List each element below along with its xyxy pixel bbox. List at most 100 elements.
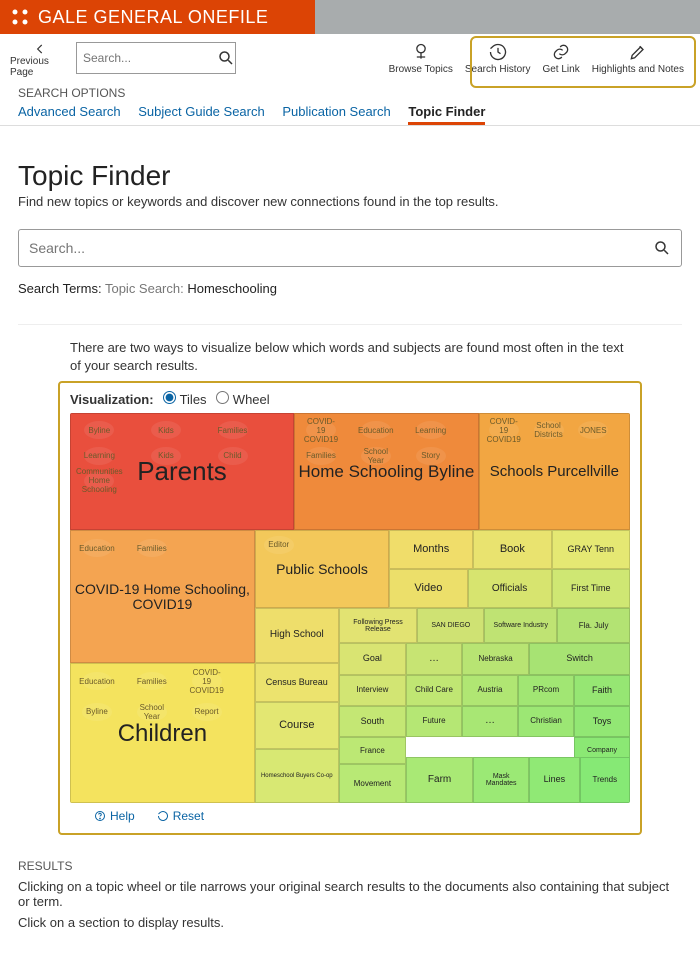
treemap-cell[interactable]: Goal <box>339 643 406 674</box>
highlights-notes-button[interactable]: Highlights and Notes <box>586 42 690 75</box>
search-terms-scope: Topic Search: <box>105 281 184 296</box>
top-search-input[interactable] <box>83 51 217 65</box>
search-icon[interactable] <box>653 239 671 257</box>
main: Topic Finder Find new topics or keywords… <box>0 126 700 855</box>
browse-topics-label: Browse Topics <box>389 64 453 75</box>
browse-topics-icon <box>410 42 432 62</box>
treemap-cell[interactable]: Future <box>406 706 462 737</box>
treemap-cell[interactable]: PRcom <box>518 675 574 706</box>
highlights-notes-label: Highlights and Notes <box>592 64 684 75</box>
page-title: Topic Finder <box>18 160 682 192</box>
treemap-cell[interactable]: Census Bureau <box>255 663 339 702</box>
treemap-chart[interactable]: ParentsBylineKidsFamiliesLearningKidsChi… <box>70 413 630 803</box>
treemap-cell[interactable]: Following Press Release <box>339 608 417 643</box>
brand-bar: GALE GENERAL ONEFILE <box>0 0 700 34</box>
treemap-cell[interactable]: France <box>339 737 406 764</box>
search-options-links: Advanced Search Subject Guide Search Pub… <box>18 104 682 119</box>
visualization-intro: There are two ways to visualize below wh… <box>70 339 630 375</box>
visualization-area: There are two ways to visualize below wh… <box>58 339 642 835</box>
viz-reset-link[interactable]: Reset <box>157 809 204 823</box>
brand-title: GALE GENERAL ONEFILE <box>38 7 268 28</box>
treemap-cell[interactable]: ChildrenEducationFamiliesCOVID-19 COVID1… <box>70 663 255 803</box>
browse-topics-button[interactable]: Browse Topics <box>383 42 459 75</box>
history-icon <box>487 42 509 62</box>
treemap-cell[interactable]: Farm <box>406 757 473 804</box>
viz-radio-wheel[interactable] <box>216 391 229 404</box>
treemap-cell[interactable]: Software Industry <box>484 608 557 643</box>
toolbar-icons: Browse Topics Search History Get Link Hi… <box>383 42 690 75</box>
link-publication-search[interactable]: Publication Search <box>282 104 390 119</box>
results-block: RESULTS Clicking on a topic wheel or til… <box>0 855 700 956</box>
top-search-box[interactable] <box>76 42 236 74</box>
page-subtitle: Find new topics or keywords and discover… <box>18 194 682 209</box>
treemap-cell[interactable]: Months <box>389 530 473 569</box>
topic-search-box[interactable] <box>18 229 682 267</box>
link-subject-guide-search[interactable]: Subject Guide Search <box>138 104 264 119</box>
treemap-cell[interactable]: Public SchoolsEditor <box>255 530 389 608</box>
treemap-cell[interactable]: … <box>462 706 518 737</box>
treemap-cell[interactable]: ParentsBylineKidsFamiliesLearningKidsChi… <box>70 413 294 530</box>
search-options: SEARCH OPTIONS Advanced Search Subject G… <box>0 84 700 126</box>
treemap-cell[interactable]: Book <box>473 530 551 569</box>
results-heading: RESULTS <box>18 859 682 873</box>
treemap-cell[interactable]: Interview <box>339 675 406 706</box>
treemap-cell[interactable]: Child Care <box>406 675 462 706</box>
visualization-box: Visualization: Tiles Wheel ParentsByline… <box>58 381 642 835</box>
search-terms-value: Homeschooling <box>187 281 277 296</box>
treemap-cell[interactable]: First Time <box>552 569 630 608</box>
get-link-label: Get Link <box>542 64 579 75</box>
treemap-cell[interactable]: Officials <box>468 569 552 608</box>
treemap-cell[interactable]: COVID-19 Home Schooling, COVID19Educatio… <box>70 530 255 663</box>
treemap-cell[interactable]: Movement <box>339 764 406 803</box>
link-topic-finder[interactable]: Topic Finder <box>408 104 485 125</box>
viz-radio-tiles[interactable] <box>163 391 176 404</box>
treemap-cell[interactable]: Fla. July <box>557 608 630 643</box>
search-terms-label: Search Terms: <box>18 281 102 296</box>
treemap-cell[interactable]: Mask Mandates <box>473 757 529 804</box>
treemap-cell[interactable]: Switch <box>529 643 630 674</box>
viz-option-wheel[interactable]: Wheel <box>216 392 269 407</box>
treemap-cell[interactable]: Christian <box>518 706 574 737</box>
topic-search-input[interactable] <box>29 240 653 256</box>
visualization-control: Visualization: Tiles Wheel <box>70 391 630 407</box>
previous-page-label: Previous Page <box>10 56 70 78</box>
treemap-cell[interactable]: Home Schooling BylineCOVID-19 COVID19Edu… <box>294 413 479 530</box>
treemap-cell[interactable]: … <box>406 643 462 674</box>
chevron-left-icon <box>31 42 49 56</box>
results-line-1: Clicking on a topic wheel or tile narrow… <box>18 879 682 909</box>
search-options-heading: SEARCH OPTIONS <box>18 86 682 100</box>
treemap-cell[interactable]: South <box>339 706 406 737</box>
viz-option-tiles[interactable]: Tiles <box>163 392 206 407</box>
search-history-label: Search History <box>465 64 531 75</box>
visualization-control-label: Visualization: <box>70 392 154 407</box>
treemap-cell[interactable]: SAN DIEGO <box>417 608 484 643</box>
get-link-button[interactable]: Get Link <box>536 42 585 75</box>
treemap-cell[interactable]: Video <box>389 569 467 608</box>
treemap-cell[interactable]: GRAY Tenn <box>552 530 630 569</box>
treemap-cell[interactable]: High School <box>255 608 339 663</box>
treemap-cell[interactable]: Course <box>255 702 339 749</box>
link-advanced-search[interactable]: Advanced Search <box>18 104 121 119</box>
reset-icon <box>157 810 169 822</box>
toolbar: Previous Page Browse Topics Search Histo… <box>0 34 700 84</box>
link-icon <box>550 42 572 62</box>
help-icon <box>94 810 106 822</box>
treemap-cell[interactable]: Nebraska <box>462 643 529 674</box>
results-line-2: Click on a section to display results. <box>18 915 682 930</box>
search-terms-line: Search Terms: Topic Search: Homeschoolin… <box>18 281 682 296</box>
treemap-cell[interactable]: Faith <box>574 675 630 706</box>
treemap-cell[interactable]: Homeschool Buyers Co-op <box>255 749 339 804</box>
search-history-button[interactable]: Search History <box>459 42 537 75</box>
treemap-cell[interactable]: Trends <box>580 757 630 804</box>
treemap-cell[interactable]: Schools PurcellvilleCOVID-19 COVID19Scho… <box>479 413 630 530</box>
highlighter-icon <box>627 42 649 62</box>
divider <box>18 324 682 325</box>
viz-help-link[interactable]: Help <box>94 809 135 823</box>
search-icon[interactable] <box>217 49 235 67</box>
treemap-cell[interactable]: Lines <box>529 757 579 804</box>
brand-logo-icon <box>10 7 30 27</box>
treemap-cell[interactable]: Austria <box>462 675 518 706</box>
visualization-footer: Help Reset <box>70 809 630 823</box>
previous-page-button[interactable]: Previous Page <box>10 42 70 78</box>
treemap-cell[interactable]: Toys <box>574 706 630 737</box>
